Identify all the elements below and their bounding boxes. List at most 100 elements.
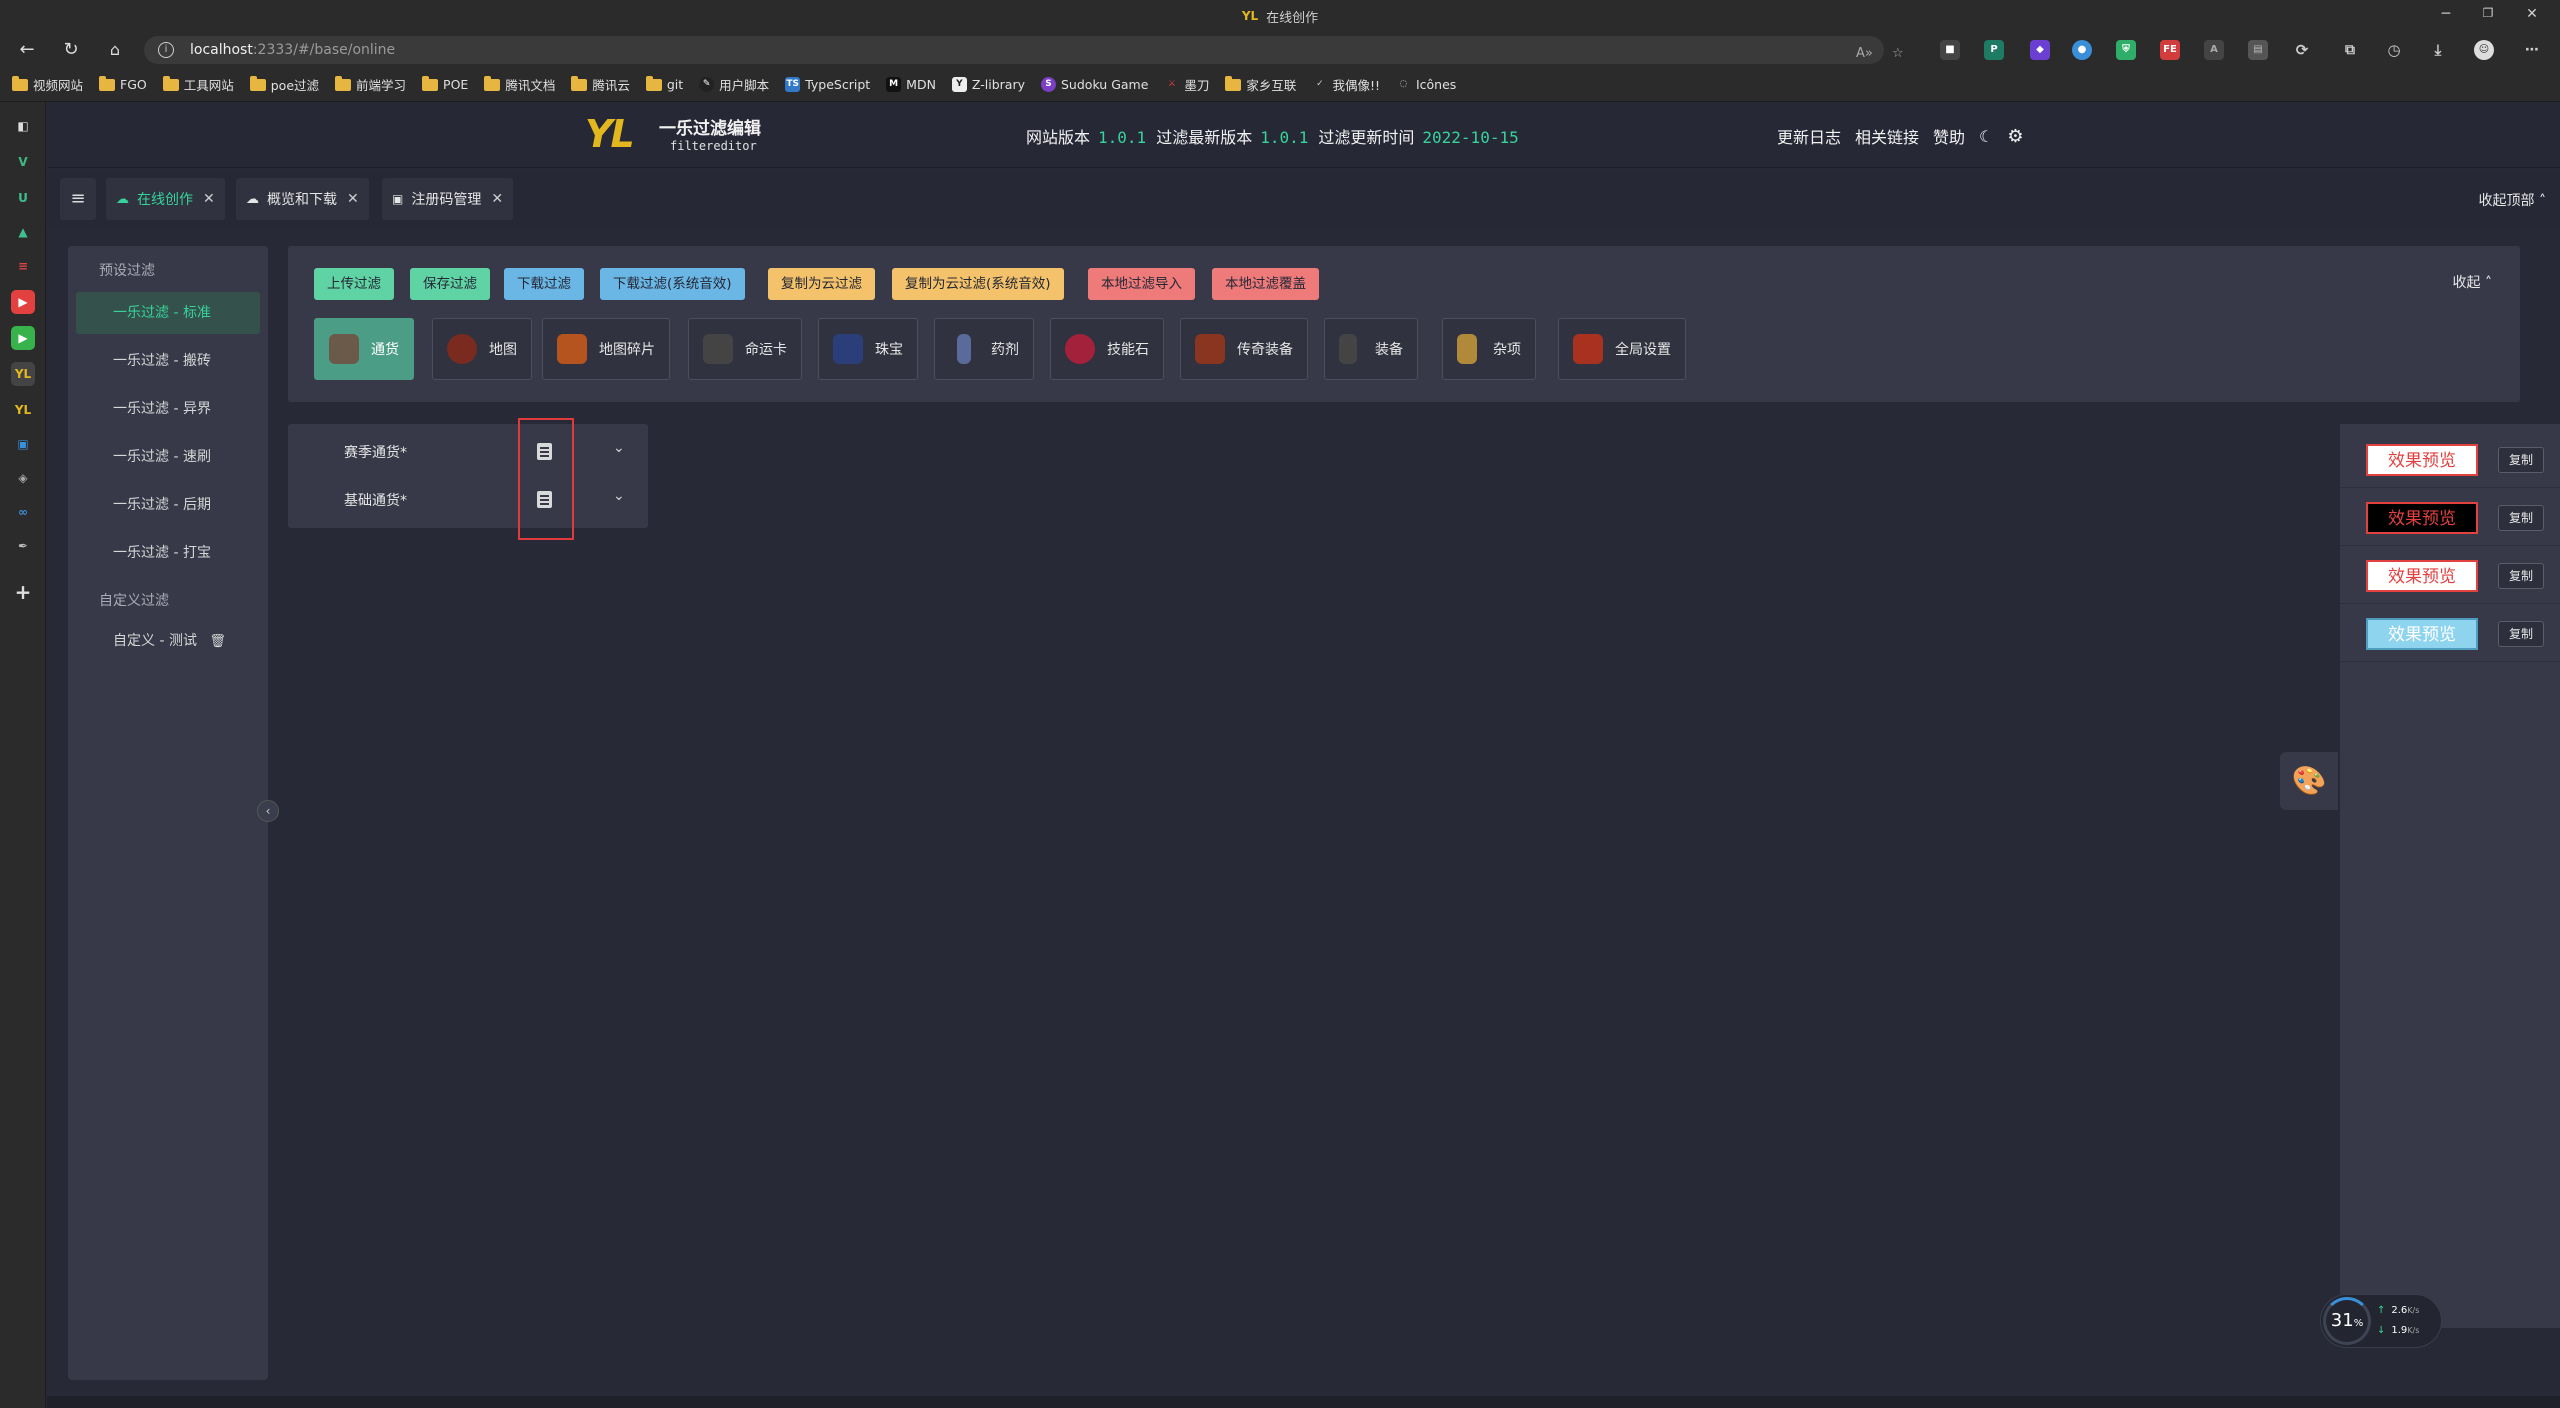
network-speed-widget[interactable]: 31% ↑ 2.6K/s ↓ 1.9K/s [2320, 1294, 2442, 1348]
favorite-star-icon[interactable]: ☆ [1892, 46, 1904, 61]
site-info-icon[interactable]: i [158, 42, 174, 58]
bookmark-link[interactable]: ✓ 我偶像!! [1312, 75, 1380, 94]
download-filter-button[interactable]: 下载过滤 [504, 268, 584, 300]
history-icon[interactable]: ◷ [2384, 40, 2404, 60]
list-item[interactable]: 赛季通货* ⌄ [288, 428, 648, 476]
nav-item-yijie[interactable]: 一乐过滤 - 异界 [76, 388, 260, 430]
copy-button[interactable]: 复制 [2498, 505, 2544, 531]
category-gem[interactable]: 技能石 [1050, 318, 1164, 380]
tab-license-management[interactable]: ▣ 注册码管理 ✕ [382, 178, 514, 220]
collapse-toolbar-button[interactable]: 收起 ˄ [2453, 272, 2492, 292]
nav-item-standard[interactable]: 一乐过滤 - 标准 [76, 292, 260, 334]
dark-mode-icon[interactable]: ☾ [1979, 127, 1993, 146]
tab-online-create[interactable]: ☁ 在线创作 ✕ [106, 178, 225, 220]
more-menu-icon[interactable]: ⋯ [2522, 40, 2542, 60]
close-tab-icon[interactable]: ✕ [491, 191, 503, 207]
bookmark-folder[interactable]: 视频网站 [12, 75, 83, 94]
bookmark-link[interactable]: Y Z-library [951, 77, 1025, 92]
bookmark-folder[interactable]: 腾讯文档 [484, 75, 555, 94]
copy-cloud-filter-sound-button[interactable]: 复制为云过滤(系统音效) [892, 268, 1064, 300]
chevron-down-icon[interactable]: ⌄ [613, 440, 625, 456]
collapse-nav-chevron-icon[interactable]: ‹ [257, 800, 279, 822]
preview-swatch[interactable]: 效果预览 [2366, 444, 2478, 476]
yl-app-icon[interactable]: YL [11, 362, 35, 386]
nav-item-sushua[interactable]: 一乐过滤 - 速刷 [76, 436, 260, 478]
bookmark-folder[interactable]: 腾讯云 [571, 75, 630, 94]
extension-translate-icon[interactable]: A [2204, 40, 2224, 60]
tab-actions-icon[interactable]: ◧ [11, 114, 35, 138]
category-map[interactable]: 地图 [432, 318, 532, 380]
category-equipment[interactable]: 装备 [1324, 318, 1418, 380]
close-window-icon[interactable]: ✕ [2522, 6, 2542, 22]
bookmark-link[interactable]: M MDN [886, 77, 936, 92]
category-global-settings[interactable]: 全局设置 [1558, 318, 1686, 380]
add-icon[interactable]: + [11, 580, 35, 604]
category-currency[interactable]: 通货 [314, 318, 414, 380]
bookmark-folder[interactable]: POE [422, 75, 468, 92]
copy-cloud-filter-button[interactable]: 复制为云过滤 [768, 268, 875, 300]
bookmark-folder[interactable]: 前端学习 [335, 75, 406, 94]
settings-gear-icon[interactable]: ⚙ [2007, 126, 2023, 147]
close-tab-icon[interactable]: ✕ [347, 191, 359, 207]
home-icon[interactable]: ⌂ [102, 38, 128, 62]
category-flask[interactable]: 药剂 [934, 318, 1034, 380]
extension-shield-icon[interactable]: ⛨ [2116, 40, 2136, 60]
category-jewel[interactable]: 珠宝 [818, 318, 918, 380]
extension-4-icon[interactable]: ● [2072, 40, 2092, 60]
close-tab-icon[interactable]: ✕ [203, 191, 215, 207]
maximize-icon[interactable]: ❐ [2478, 6, 2498, 20]
reload-icon[interactable]: ↻ [58, 38, 84, 62]
extension-3-icon[interactable]: ◆ [2030, 40, 2050, 60]
local-import-button[interactable]: 本地过滤导入 [1088, 268, 1195, 300]
bookmark-folder[interactable]: FGO [99, 75, 147, 92]
play-red-icon[interactable]: ▶ [11, 290, 35, 314]
bookmark-folder[interactable]: 家乡互联 [1225, 75, 1296, 94]
collections-icon[interactable]: ⧉ [2340, 40, 2360, 60]
palette-icon[interactable]: 🎨 [2280, 752, 2338, 810]
nav-item-houqi[interactable]: 一乐过滤 - 后期 [76, 484, 260, 526]
nav-item-banzhuan[interactable]: 一乐过滤 - 搬砖 [76, 340, 260, 382]
changelog-link[interactable]: 更新日志 [1777, 124, 1841, 148]
related-links-link[interactable]: 相关链接 [1855, 124, 1919, 148]
nav-item-custom-test[interactable]: 自定义 - 测试 🗑 [76, 620, 260, 662]
category-map-fragment[interactable]: 地图碎片 [542, 318, 670, 380]
u-app-icon[interactable]: U [11, 186, 35, 210]
back-icon[interactable]: ← [14, 38, 40, 62]
menu-toggle-button[interactable]: ≡ [60, 178, 96, 220]
read-aloud-icon[interactable]: A» [1856, 46, 1873, 61]
preview-swatch[interactable]: 效果预览 [2366, 560, 2478, 592]
nav-item-dabao[interactable]: 一乐过滤 - 打宝 [76, 532, 260, 574]
list-item[interactable]: 基础通货* ⌄ [288, 476, 648, 524]
profile-avatar-icon[interactable]: ☺ [2474, 40, 2494, 60]
bookmark-folder[interactable]: git [645, 75, 683, 92]
vue-icon[interactable]: V [11, 150, 35, 174]
mountain-app-icon[interactable]: ▲ [11, 220, 35, 244]
local-overwrite-button[interactable]: 本地过滤覆盖 [1212, 268, 1319, 300]
tab-overview-download[interactable]: ☁ 概览和下载 ✕ [236, 178, 369, 220]
category-unique[interactable]: 传奇装备 [1180, 318, 1308, 380]
bookmark-link[interactable]: ⚔ 墨刀 [1164, 75, 1210, 94]
download-icon[interactable]: ⤓ [2428, 40, 2448, 60]
sync-icon[interactable]: ⟳ [2292, 40, 2312, 60]
yl-app-2-icon[interactable]: YL [11, 398, 35, 422]
extension-p-icon[interactable]: P [1984, 40, 2004, 60]
collapse-top-button[interactable]: 收起顶部 ˄ [2479, 190, 2546, 210]
copy-button[interactable]: 复制 [2498, 621, 2544, 647]
extension-8-icon[interactable]: ▤ [2248, 40, 2268, 60]
bilibili-icon[interactable]: ▣ [11, 432, 35, 456]
play-green-icon[interactable]: ▶ [11, 326, 35, 350]
category-misc[interactable]: 杂项 [1442, 318, 1536, 380]
copy-button[interactable]: 复制 [2498, 447, 2544, 473]
extension-fe-icon[interactable]: FE [2160, 40, 2180, 60]
bookmark-link[interactable]: S Sudoku Game [1041, 77, 1148, 92]
minimize-icon[interactable]: ─ [2436, 6, 2456, 22]
chevron-down-icon[interactable]: ⌄ [613, 488, 625, 504]
upload-filter-button[interactable]: 上传过滤 [314, 268, 394, 300]
address-bar[interactable]: i localhost :2333/#/base/online A» ☆ [144, 36, 1904, 64]
bookmark-link[interactable]: TS TypeScript [785, 77, 870, 92]
layers-icon[interactable]: ◈ [11, 466, 35, 490]
trash-icon[interactable]: 🗑 [209, 634, 226, 649]
bookmark-folder[interactable]: 工具网站 [162, 75, 234, 94]
preview-swatch[interactable]: 效果预览 [2366, 618, 2478, 650]
extension-1-icon[interactable]: ■ [1940, 40, 1960, 60]
